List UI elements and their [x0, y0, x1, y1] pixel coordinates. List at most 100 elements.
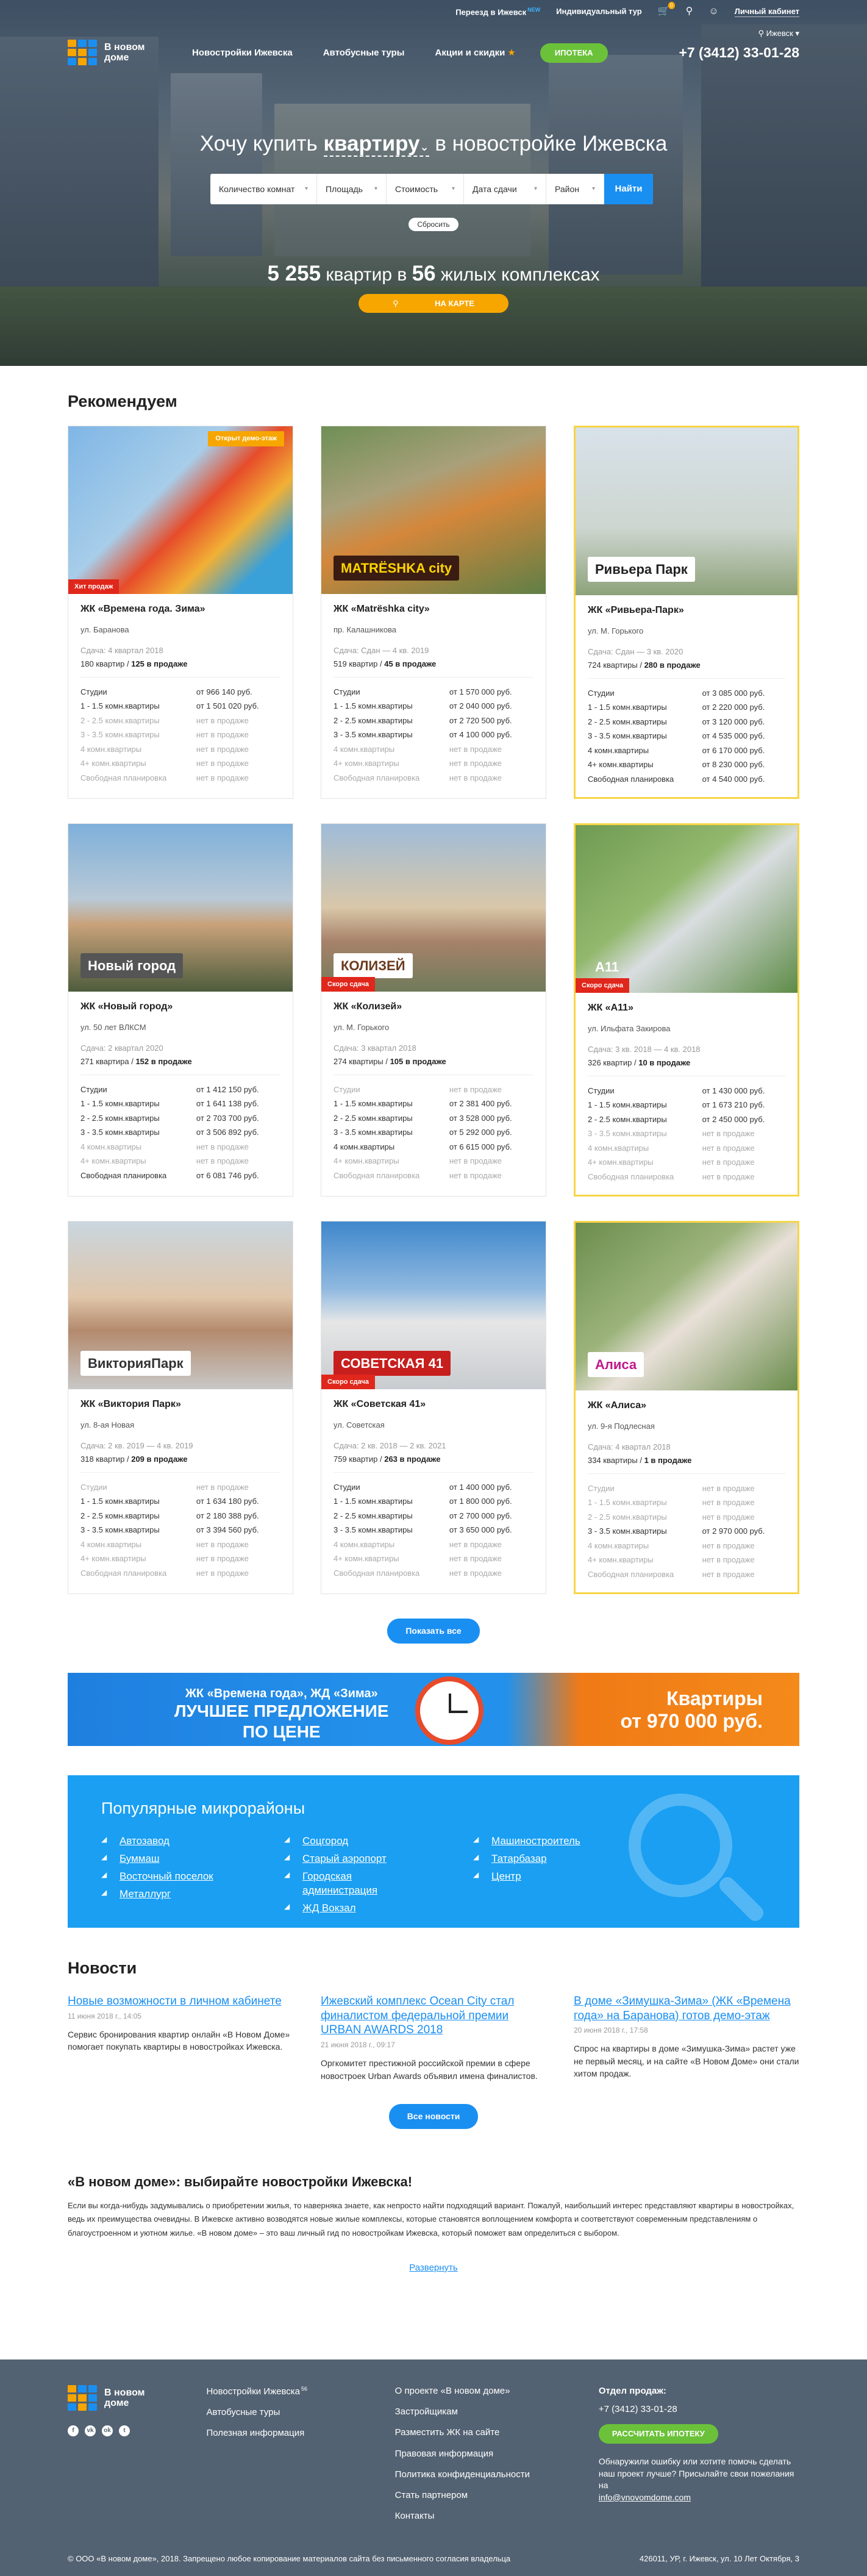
vk-icon[interactable]: vk	[85, 2425, 96, 2436]
complex-name[interactable]: ЖК «Времена года. Зима»	[80, 603, 280, 616]
district-link[interactable]: Автозавод	[101, 1834, 229, 1848]
complex-name[interactable]: ЖК «Новый город»	[80, 1000, 280, 1014]
footer-link[interactable]: Полезная информация	[206, 2427, 394, 2439]
complex-name[interactable]: ЖК «Колизей»	[334, 1000, 533, 1014]
complex-photo[interactable]: СОВЕТСКАЯ 41 Скоро сдача	[321, 1222, 546, 1390]
complex-name[interactable]: ЖК «Алиса»	[588, 1399, 785, 1412]
flats-total: 724 квартиры	[588, 660, 638, 670]
news-link[interactable]: Новые возможности в личном кабинете	[68, 1994, 293, 2009]
complex-name[interactable]: ЖК «Ривьера-Парк»	[588, 604, 785, 617]
complex-card[interactable]: Ривьера Парк ЖК «Ривьера-Парк» ул. М. Го…	[574, 426, 799, 800]
price-row: 1 - 1.5 комн.квартиры от 1 634 180 руб.	[80, 1494, 280, 1509]
district-link[interactable]: Буммаш	[101, 1852, 229, 1866]
footer-link[interactable]: О проекте «В новом доме»	[395, 2385, 599, 2397]
sales-phone[interactable]: +7 (3412) 33-01-28	[599, 2403, 799, 2416]
promo-banner[interactable]: ЖК «Времена года», ЖД «Зима» ЛУЧШЕЕ ПРЕД…	[68, 1673, 799, 1747]
district-link[interactable]: Старый аэропорт	[284, 1852, 418, 1866]
district-link[interactable]: Городская администрация	[284, 1870, 418, 1898]
complex-photo[interactable]: MATRЁSHKA city	[321, 426, 546, 595]
complex-photo[interactable]: Алиса	[576, 1223, 797, 1391]
flat-price: от 1 412 150 руб.	[196, 1084, 259, 1094]
footer-link[interactable]: Автобусные туры	[206, 2406, 394, 2419]
complex-card[interactable]: Новый город ЖК «Новый город» ул. 50 лет …	[68, 823, 293, 1197]
footer-link[interactable]: Стать партнером	[395, 2489, 599, 2502]
facebook-icon[interactable]: f	[68, 2425, 79, 2436]
nav-item-bus-tours[interactable]: Автобусные туры	[323, 47, 405, 59]
show-all-button[interactable]: Показать все	[387, 1619, 480, 1644]
complex-name[interactable]: ЖК «Советская 41»	[334, 1398, 533, 1411]
expand-link[interactable]: Развернуть	[68, 2262, 799, 2274]
complex-card[interactable]: ВикторияПарк ЖК «Виктория Парк» ул. 8-ая…	[68, 1221, 293, 1595]
footer-link[interactable]: Контакты	[395, 2510, 599, 2522]
complex-photo[interactable]: ВикторияПарк	[68, 1222, 293, 1390]
search-icon[interactable]: ⚲	[686, 5, 693, 18]
complex-card[interactable]: Алиса ЖК «Алиса» ул. 9-я Подлесная Сдача…	[574, 1221, 799, 1595]
district-link[interactable]: Машиностроитель	[473, 1834, 580, 1848]
filter-price[interactable]: Стоимость ▾	[387, 174, 464, 204]
flat-type: 4+ комн.квартиры	[588, 760, 654, 770]
news-link[interactable]: Ижевский комплекс Ocean City стал финали…	[321, 1994, 546, 2038]
footer-link[interactable]: Политика конфиденциальности	[395, 2469, 599, 2481]
filter-district[interactable]: Район ▾	[546, 174, 604, 204]
district-link[interactable]: Восточный поселок	[101, 1870, 229, 1884]
complex-photo[interactable]: A11 Скоро сдача	[576, 825, 797, 993]
calc-ipoteka-button[interactable]: РАССЧИТАТЬ ИПОТЕКУ	[598, 2424, 718, 2444]
nav-item-promo[interactable]: Акции и скидки ★	[435, 47, 515, 59]
price-table: Студии от 1 400 000 руб. 1 - 1.5 комн.квар…	[334, 1480, 533, 1581]
flat-type: 3 - 3.5 комн.квартиры	[334, 1525, 413, 1535]
odnoklassniki-icon[interactable]: ok	[102, 2425, 113, 2436]
reset-button[interactable]: Сбросить	[409, 218, 458, 231]
property-type-selector[interactable]: квартиру⌄	[323, 132, 429, 157]
map-button[interactable]: ⚲ НА КАРТЕ	[359, 294, 508, 313]
all-news-button[interactable]: Все новости	[388, 2103, 479, 2129]
hero-title-pre: Хочу купить	[199, 132, 318, 156]
find-button[interactable]: Найти	[604, 174, 653, 204]
cabinet-link[interactable]: Личный кабинет	[734, 6, 799, 18]
flat-price: от 1 634 180 руб.	[196, 1497, 259, 1506]
complex-name[interactable]: ЖК «Виктория Парк»	[80, 1398, 280, 1411]
complex-photo[interactable]: КОЛИЗЕЙ Скоро сдача	[321, 824, 546, 992]
complex-photo[interactable]: Открыт демо-этаж Хит продаж	[68, 426, 293, 595]
complex-photo[interactable]: Новый город	[68, 824, 293, 992]
nav-item-novostroyki[interactable]: Новостройки Ижевска	[192, 47, 293, 59]
footer-link[interactable]: Разместить ЖК на сайте	[395, 2427, 599, 2439]
district-link[interactable]: Металлург	[101, 1887, 229, 1902]
complex-card[interactable]: СОВЕТСКАЯ 41 Скоро сдача ЖК «Советская 4…	[321, 1221, 546, 1595]
logo-line1: В новом	[104, 2388, 145, 2399]
header-phone[interactable]: +7 (3412) 33-01-28	[679, 43, 799, 62]
individual-tour-link[interactable]: Индивидуальный тур	[556, 6, 642, 17]
district-link[interactable]: ЖД Вокзал	[284, 1902, 418, 1916]
ipoteka-button[interactable]: ИПОТЕКА	[540, 43, 608, 63]
complex-card[interactable]: A11 Скоро сдача ЖК «А11» ул. Ильфата Зак…	[574, 823, 799, 1197]
flats-total: 271 квартира	[80, 1057, 129, 1067]
feedback-email[interactable]: info@vnovomdome.com	[599, 2492, 691, 2502]
filter-rooms[interactable]: Количество комнат ▾	[210, 174, 317, 204]
filter-date[interactable]: Дата сдачи ▾	[464, 174, 546, 204]
district-link[interactable]: Центр	[473, 1870, 580, 1884]
complex-card[interactable]: Открыт демо-этаж Хит продаж ЖК «Времена …	[68, 426, 293, 800]
complex-photo[interactable]: Ривьера Парк	[576, 428, 797, 596]
district-link[interactable]: Татарбазар	[473, 1852, 580, 1866]
complex-name[interactable]: ЖК «А11»	[588, 1001, 785, 1015]
news-link[interactable]: В доме «Зимушка-Зима» (ЖК «Времена года»…	[574, 1994, 799, 2023]
price-row: 4+ комн.квартиры нет в продаже	[334, 756, 533, 771]
twitter-icon[interactable]: t	[119, 2425, 130, 2436]
promo-line2: ЛУЧШЕЕ ПРЕДЛОЖЕНИЕ	[174, 1701, 389, 1721]
footer-link[interactable]: Правовая информация	[395, 2448, 599, 2460]
district-link[interactable]: Соцгород	[284, 1834, 418, 1848]
price-row: 2 - 2.5 комн.квартиры от 3 120 000 руб.	[588, 715, 785, 729]
user-icon[interactable]: ☺	[708, 5, 718, 18]
price-row: 3 - 3.5 комн.квартиры от 2 970 000 руб.	[588, 1524, 785, 1539]
footer-logo[interactable]: В новом доме	[68, 2385, 192, 2412]
site-logo[interactable]: В новом доме	[68, 40, 192, 66]
cart-icon[interactable]: 🛒 0	[658, 2, 675, 18]
complex-name[interactable]: ЖК «Matrёshka city»	[334, 603, 533, 616]
price-row: Свободная планировка нет в продаже	[588, 1170, 785, 1184]
complex-card[interactable]: КОЛИЗЕЙ Скоро сдача ЖК «Колизей» ул. М. …	[321, 823, 546, 1197]
flat-price: от 3 085 000 руб.	[702, 688, 765, 698]
relocate-link[interactable]: Переезд в Ижевск NEW	[455, 6, 540, 18]
filter-area[interactable]: Площадь ▾	[317, 174, 387, 204]
footer-link[interactable]: Застройщикам	[395, 2406, 599, 2418]
complex-card[interactable]: MATRЁSHKA city ЖК «Matrёshka city» пр. К…	[321, 426, 546, 800]
footer-link[interactable]: Новостройки Ижевска 56	[206, 2385, 394, 2398]
